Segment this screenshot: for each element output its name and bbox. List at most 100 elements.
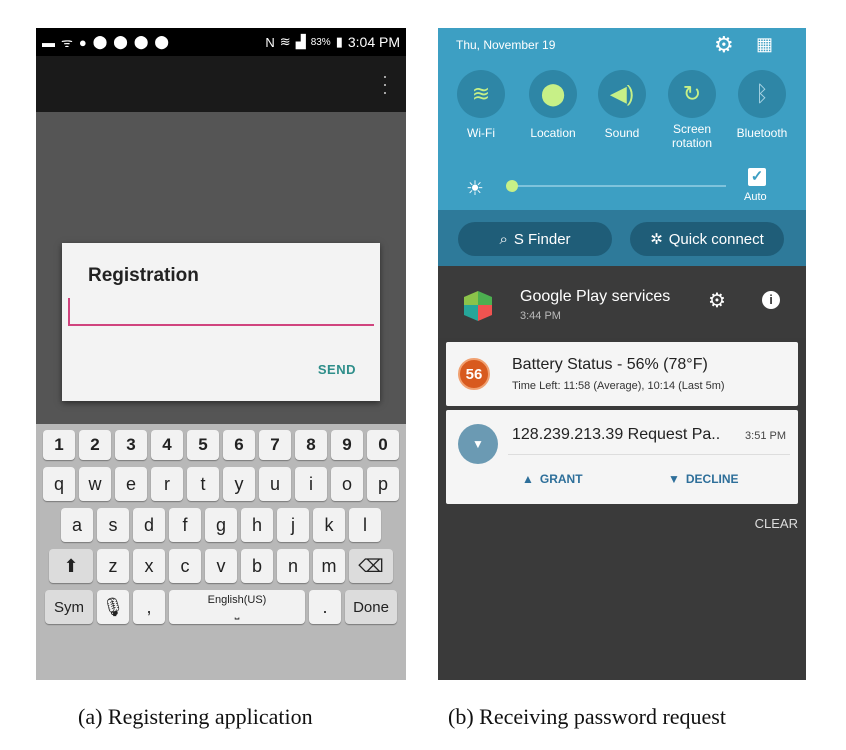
auto-brightness-checkbox-icon[interactable]: ✓ [748,168,766,186]
notification-title: 128.239.213.39 Request Pa.. [512,426,721,443]
key[interactable]: 6 [223,430,255,460]
period-key[interactable]: . [309,590,341,624]
key[interactable]: u [259,467,291,501]
brightness-slider-knob[interactable] [506,180,518,192]
key[interactable]: v [205,549,237,583]
status-dot-icon: ⬤ [133,34,149,49]
app-settings-gear-icon[interactable]: ⚙ [708,288,726,313]
status-time: 3:04 PM [347,34,400,50]
battery-icon: ▮ [335,34,343,49]
edit-grid-icon[interactable]: ▦ [756,34,773,55]
shift-key-icon[interactable]: ⬆ [49,549,93,583]
key[interactable]: 2 [79,430,111,460]
key[interactable]: q [43,467,75,501]
toggle-sound[interactable]: ◀) Sound [597,70,647,140]
toggle-location[interactable]: ⬤ Location [528,70,578,140]
battery-status-notification[interactable]: 56 Battery Status - 56% (78°F) Time Left… [446,342,798,406]
key[interactable]: h [241,508,273,542]
key[interactable]: 5 [187,430,219,460]
key[interactable]: i [295,467,327,501]
signal-icon: ▟ [295,34,306,49]
letter-row-3: ⬆ z x c v b n m ⌫ [40,549,402,583]
space-language-label: English(US) [207,593,267,606]
phone-b-screen: Thu, November 19 ⚙ ▦ ≋ Wi-Fi ⬤ Location … [438,28,806,680]
key[interactable]: y [223,467,255,501]
registration-input[interactable] [68,324,374,326]
quick-connect-button[interactable]: ✲ Quick connect [630,222,784,256]
key[interactable]: 7 [259,430,291,460]
quick-connect-icon: ✲ [650,231,663,248]
battery-badge: 56 [458,358,490,390]
google-play-services-notification[interactable]: Google Play services 3:44 PM ⚙ i [438,266,806,338]
key[interactable]: b [241,549,273,583]
notification-title: Battery Status - 56% (78°F) [512,356,708,373]
text-cursor [68,298,70,324]
number-row: 1 2 3 4 5 6 7 8 9 0 [40,430,402,460]
status-dot-icon: ⬤ [113,34,128,49]
key[interactable]: g [205,508,237,542]
key[interactable]: x [133,549,165,583]
password-request-notification[interactable]: ▼ 128.239.213.39 Request Pa.. 3:51 PM ▲ … [446,410,798,504]
settings-gear-icon[interactable]: ⚙ [714,32,734,58]
key[interactable]: r [151,467,183,501]
toggle-label: Sound [604,126,640,140]
info-icon[interactable]: i [762,291,780,309]
key[interactable]: 9 [331,430,363,460]
divider [508,454,790,455]
toggle-screen-rotation[interactable]: ↻ Screen rotation [667,70,717,150]
backspace-key-icon[interactable]: ⌫ [349,549,393,583]
key[interactable]: a [61,508,93,542]
key[interactable]: p [367,467,399,501]
key[interactable]: z [97,549,129,583]
app-bar: · · · [36,56,406,112]
key[interactable]: s [97,508,129,542]
dimmed-background: Registration SEND [36,112,406,424]
notification-time: 3:51 PM [745,430,786,442]
notification-subtitle: Time Left: 11:58 (Average), 10:14 (Last … [512,380,725,392]
toggle-label: Bluetooth [736,126,788,140]
key[interactable]: e [115,467,147,501]
key[interactable]: k [313,508,345,542]
key[interactable]: w [79,467,111,501]
keyboard: 1 2 3 4 5 6 7 8 9 0 q w e r t y u i o p … [36,424,406,680]
grant-button[interactable]: ▲ GRANT [522,472,583,486]
decline-button[interactable]: ▼ DECLINE [668,472,739,486]
expand-chevron-icon[interactable]: ▼ [458,424,498,464]
key[interactable]: f [169,508,201,542]
location-icon: ⬤ [529,70,577,118]
space-key[interactable]: English(US) ⎵ [169,590,305,624]
toggle-label: Screen rotation [671,122,713,150]
key[interactable]: 0 [367,430,399,460]
key[interactable]: o [331,467,363,501]
key[interactable]: 3 [115,430,147,460]
status-dot-icon: ⬤ [154,34,169,49]
key[interactable]: n [277,549,309,583]
search-icon: ⌕ [499,230,508,248]
wifi-icon: ≋ [279,34,291,49]
key[interactable]: l [349,508,381,542]
key[interactable]: t [187,467,219,501]
toggle-wifi[interactable]: ≋ Wi-Fi [456,70,506,140]
s-finder-button[interactable]: ⌕ S Finder [458,222,612,256]
key[interactable]: d [133,508,165,542]
key[interactable]: 4 [151,430,183,460]
clear-button[interactable]: CLEAR [755,516,798,531]
brightness-slider[interactable] [512,185,726,187]
space-bar-icon: ⎵ [234,605,240,620]
comma-key[interactable]: , [133,590,165,624]
toggle-bluetooth[interactable]: ᛒ Bluetooth [737,70,787,140]
microphone-key-icon[interactable]: 🎙 [97,590,129,624]
done-key[interactable]: Done [345,590,397,624]
battery-percent: 83% [310,36,331,48]
triangle-up-icon: ▲ [522,472,534,486]
status-dot-icon: ⬤ [92,34,108,49]
key[interactable]: c [169,549,201,583]
key[interactable]: m [313,549,345,583]
send-button[interactable]: SEND [318,362,356,377]
sym-key[interactable]: Sym [45,590,93,624]
wifi-icon: ≋ [457,70,505,118]
key[interactable]: j [277,508,309,542]
overflow-menu-icon[interactable]: · · · [382,67,388,101]
key[interactable]: 1 [43,430,75,460]
key[interactable]: 8 [295,430,327,460]
